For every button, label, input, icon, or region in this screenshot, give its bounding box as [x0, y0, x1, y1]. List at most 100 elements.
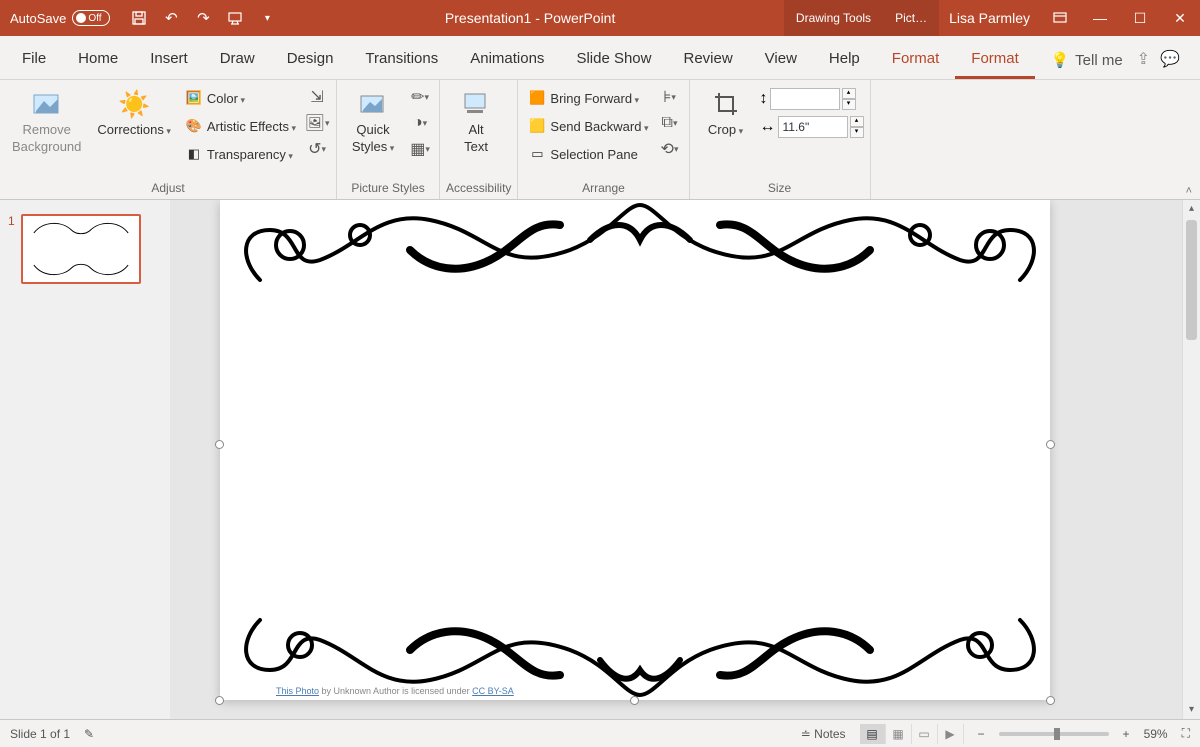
vertical-scrollbar[interactable]: ▴ ▾: [1182, 200, 1200, 719]
account-user[interactable]: Lisa Parmley: [939, 10, 1040, 26]
alt-text-button[interactable]: AltText: [446, 84, 506, 158]
close-button[interactable]: ✕: [1160, 0, 1200, 36]
image-attribution: This Photo by Unknown Author is licensed…: [276, 686, 514, 696]
tab-drawing-format[interactable]: Format: [876, 40, 956, 79]
normal-view-icon[interactable]: ▤: [860, 724, 886, 744]
sun-icon: ☀️: [118, 88, 150, 120]
group-button[interactable]: ⧉: [657, 110, 683, 136]
slide-sorter-view-icon[interactable]: ▦: [886, 724, 912, 744]
group-label-arrange: Arrange: [524, 179, 682, 197]
minimize-button[interactable]: —: [1080, 0, 1120, 36]
artistic-effects-icon: 🎨: [185, 117, 203, 135]
transparency-button[interactable]: ◧Transparency: [181, 140, 300, 168]
scroll-down-icon[interactable]: ▾: [1183, 701, 1200, 719]
autosave-toggle[interactable]: AutoSave Off: [10, 10, 110, 26]
selection-handle-bl[interactable]: [215, 696, 224, 705]
save-icon[interactable]: [130, 9, 148, 27]
tab-design[interactable]: Design: [271, 40, 350, 79]
group-label-adjust: Adjust: [6, 179, 330, 197]
quick-styles-button[interactable]: QuickStyles: [343, 84, 403, 158]
alt-text-icon: [460, 88, 492, 120]
bring-forward-button[interactable]: 🟧Bring Forward: [524, 84, 652, 112]
qat-customize-icon[interactable]: ▾: [258, 9, 276, 27]
tab-picture-format[interactable]: Format: [955, 40, 1035, 79]
height-down[interactable]: ▾: [842, 99, 856, 110]
height-input[interactable]: [770, 88, 840, 110]
status-bar: Slide 1 of 1 ✎ ≐ Notes ▤ ▦ ▭ ▶ − + 59% ⛶: [0, 719, 1200, 747]
rotate-button[interactable]: ⟲: [657, 136, 683, 162]
attribution-link-license[interactable]: CC BY-SA: [472, 686, 514, 696]
spellcheck-icon[interactable]: ✎: [84, 727, 94, 741]
tab-slideshow[interactable]: Slide Show: [560, 40, 667, 79]
corrections-button[interactable]: ☀️ Corrections: [91, 84, 177, 141]
zoom-in-button[interactable]: +: [1123, 727, 1130, 741]
reading-view-icon[interactable]: ▭: [912, 724, 938, 744]
group-label-picture-styles: Picture Styles: [343, 179, 433, 197]
send-backward-button[interactable]: 🟨Send Backward: [524, 112, 652, 140]
comments-icon[interactable]: 💬: [1160, 49, 1180, 69]
lightbulb-icon: 💡: [1050, 51, 1069, 69]
share-icon[interactable]: ⇪: [1137, 49, 1150, 69]
width-up[interactable]: ▴: [850, 116, 864, 127]
scroll-up-icon[interactable]: ▴: [1183, 200, 1200, 218]
reset-picture-button[interactable]: ↺: [304, 136, 330, 162]
collapse-ribbon-icon[interactable]: ˄: [1186, 185, 1192, 197]
compress-pictures-button[interactable]: ⇲: [304, 84, 330, 110]
picture-border-button[interactable]: ✏: [407, 84, 433, 110]
width-input[interactable]: 11.6": [778, 116, 848, 138]
ribbon: RemoveBackground ☀️ Corrections 🖼️Color …: [0, 80, 1200, 200]
selection-handle-right[interactable]: [1046, 440, 1055, 449]
bring-forward-icon: 🟧: [528, 89, 546, 107]
zoom-level[interactable]: 59%: [1144, 727, 1168, 741]
tab-review[interactable]: Review: [667, 40, 748, 79]
remove-background-button[interactable]: RemoveBackground: [6, 84, 87, 158]
height-up[interactable]: ▴: [842, 88, 856, 99]
slide-thumbnails-pane[interactable]: 1: [0, 200, 170, 719]
selection-handle-bottom[interactable]: [630, 696, 639, 705]
align-button[interactable]: ⊧: [657, 84, 683, 110]
tab-transitions[interactable]: Transitions: [349, 40, 454, 79]
tab-help[interactable]: Help: [813, 40, 876, 79]
fit-to-window-icon[interactable]: ⛶: [1182, 726, 1190, 741]
slide-indicator[interactable]: Slide 1 of 1: [10, 727, 70, 741]
crop-button[interactable]: Crop: [696, 84, 756, 141]
tab-animations[interactable]: Animations: [454, 40, 560, 79]
zoom-slider[interactable]: [999, 732, 1109, 736]
tab-draw[interactable]: Draw: [204, 40, 271, 79]
contextual-picture-tools: Pict…: [883, 0, 939, 36]
scrollbar-thumb[interactable]: [1186, 220, 1197, 340]
slide[interactable]: This Photo by Unknown Author is licensed…: [220, 200, 1050, 700]
document-title: Presentation1 - PowerPoint: [276, 10, 784, 26]
tab-insert[interactable]: Insert: [134, 40, 204, 79]
width-icon: ↔: [760, 118, 776, 136]
selection-handle-br[interactable]: [1046, 696, 1055, 705]
selection-handle-left[interactable]: [215, 440, 224, 449]
maximize-button[interactable]: ☐: [1120, 0, 1160, 36]
undo-icon[interactable]: ↶: [162, 9, 180, 27]
slide-canvas-area[interactable]: This Photo by Unknown Author is licensed…: [170, 200, 1200, 719]
color-button[interactable]: 🖼️Color: [181, 84, 300, 112]
tab-home[interactable]: Home: [62, 40, 134, 79]
workspace: 1: [0, 200, 1200, 719]
artistic-effects-button[interactable]: 🎨Artistic Effects: [181, 112, 300, 140]
transparency-icon: ◧: [185, 145, 203, 163]
redo-icon[interactable]: ↷: [194, 9, 212, 27]
width-down[interactable]: ▾: [850, 127, 864, 138]
tab-file[interactable]: File: [6, 40, 62, 79]
ribbon-display-options-icon[interactable]: [1040, 0, 1080, 36]
selection-pane-button[interactable]: ▭Selection Pane: [524, 140, 652, 168]
attribution-link-photo[interactable]: This Photo: [276, 686, 319, 696]
zoom-out-button[interactable]: −: [978, 727, 985, 741]
slideshow-view-icon[interactable]: ▶: [938, 724, 964, 744]
change-picture-button[interactable]: 🖼: [304, 110, 330, 136]
crop-icon: [710, 88, 742, 120]
tab-view[interactable]: View: [749, 40, 813, 79]
tell-me-search[interactable]: 💡Tell me: [1036, 41, 1136, 79]
notes-button[interactable]: ≐ Notes: [801, 727, 846, 741]
present-from-start-icon[interactable]: [226, 9, 244, 27]
picture-layout-button[interactable]: ▦: [407, 136, 433, 162]
group-label-accessibility: Accessibility: [446, 179, 511, 197]
slide-thumbnail-1[interactable]: [21, 214, 141, 284]
quick-styles-icon: [357, 88, 389, 120]
picture-effects-button[interactable]: ◑: [407, 110, 433, 136]
